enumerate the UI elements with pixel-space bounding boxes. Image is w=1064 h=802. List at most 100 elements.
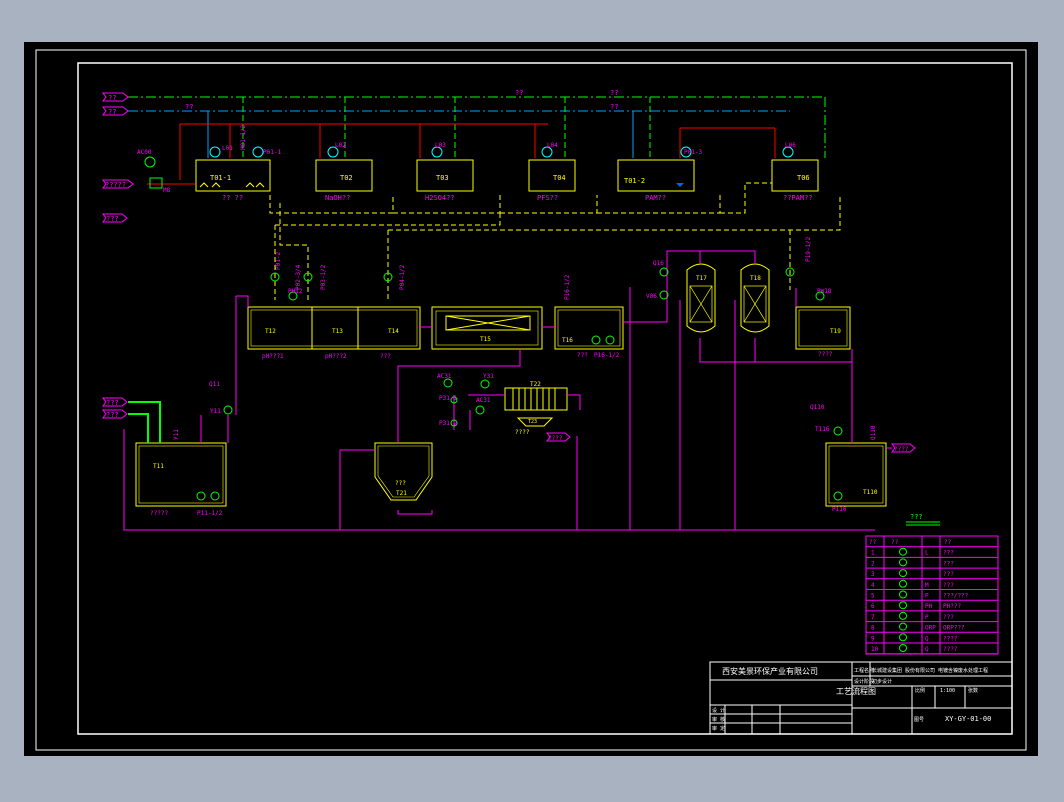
approve-label: 审 定 [712,725,725,732]
project-name: 长城建设集团 股份有限公司 电镀含镍废水处理工程 [872,667,988,674]
stage-name: 初步设计 [872,678,892,685]
tank-t11-label: T11 [153,463,164,470]
legend-row-desc: ??? [943,571,954,578]
q16-label: Q16 [653,260,664,267]
scale-label: 比例 [915,687,925,694]
dosing-tank-caption: PAM?? [645,194,666,202]
legend-row-desc: ???? [943,635,958,642]
level-label: L04 [547,142,558,149]
p110-label: P110 [832,506,847,513]
q110-label: Q110 [810,404,825,411]
y11-vert-label: Y11 [173,429,180,440]
t14-caption: ??? [380,353,391,360]
top-line-label-1: ?? [515,89,523,97]
legend-row-no: 2 [871,560,875,567]
scale-value: 1:100 [940,688,955,694]
legend-row-no: 8 [871,625,875,632]
t19-caption: ???? [818,351,833,358]
dosing-tank-caption: H2SO4?? [425,194,455,202]
outlet-label: ??? [910,513,923,521]
top-line-label-4: ?? [610,103,618,111]
drawing-no-label: 图号 [914,717,924,723]
dosing-tank-tag: T02 [340,174,353,182]
legend-row-no: 4 [871,582,875,589]
tank-pump-label-vert: M01-1/2 [240,124,247,150]
p1-label: P01-2 [275,252,282,270]
inlet-label-6: ??? [106,411,119,419]
legend-row-no: 6 [871,603,875,610]
drawing-no: XY-GY-01-00 [945,715,991,723]
ac31-label: AC31 [437,373,452,380]
top-line-label-2: ?? [185,103,193,111]
dosing-tank-caption: ??PAM?? [783,194,813,202]
inlet-label-3: ????? [105,181,126,189]
cad-window: ?? ?? ?? ?? ?? ?? ????? ??? ??? ??? T01-… [0,0,1064,798]
tank-t12-label: T12 [265,328,276,335]
ph2-caption: pH???2 [325,353,347,360]
legend-row-no: 10 [871,646,879,653]
t18-label: T18 [750,275,761,282]
legend-row-desc: ORP??? [943,625,965,632]
t22-label: T22 [530,381,541,388]
pump-label: P01-1 [263,149,281,156]
pump-label-vert: M01-1/2 [240,124,247,150]
outlet-final-label: ???? [894,446,909,453]
q110-vert-label: Q110 [870,425,877,440]
check-label: 审 核 [712,716,725,723]
tank-t14-label: T14 [388,328,399,335]
legend-row-code: L [925,550,929,557]
ac32-label: AC31 [476,397,491,404]
inlet-label-5: ??? [106,399,119,407]
legend-row-code: P [925,614,929,621]
ph1-caption: pH???1 [262,353,284,360]
tank-t13-label: T13 [332,328,343,335]
design-label: 设 计 [712,707,725,714]
legend-header-desc: ?? [944,539,952,546]
legend-row-code: Q [925,635,929,642]
legend-row-code: ORP [925,625,936,632]
p16b-label: P16-1/2 [564,274,571,300]
drawing-title: 工艺流程图 [836,686,876,696]
p19-label: P19-1/2 [805,236,812,262]
sheet-label: 张数 [968,687,978,694]
legend-row-no: 5 [871,593,875,600]
level-label: L06 [785,142,796,149]
t21-label: T21 [396,490,407,497]
company-name: 西安美景环保产业有限公司 [722,666,818,676]
pw18-label: PW18 [817,288,832,295]
tank-t15-label: T15 [480,336,491,343]
legend-row-code: Q [925,646,929,653]
v06-label: V06 [646,293,657,300]
inlet-label-4: ??? [106,215,119,223]
level-label: L02 [335,142,346,149]
level-label: L03 [435,142,446,149]
legend-row-desc: ??? [943,550,954,557]
legend-row-code: PH [925,603,933,610]
dosing-tank-tag: T04 [553,174,566,182]
project-label: 工程名称 [854,667,874,674]
stage-label: 设计阶段 [854,678,874,685]
t20-caption: ??? [395,480,406,487]
t23-label: T23 [528,419,537,425]
p4-label: P04-1/2 [399,264,406,290]
dosing-tank-tag: T06 [797,174,810,182]
p31-label: P31-1 [439,395,457,402]
t23-caption: ???? [515,429,530,436]
inlet-label-2: ?? [108,108,116,116]
legend-header-no: ?? [869,539,877,546]
dosing-tank-tag: T01-2 [624,177,645,185]
process-flow-diagram: ?? ?? ?? ?? ?? ?? ????? ??? ??? ??? T01-… [0,0,1064,798]
legend-row-desc: PH??? [943,603,961,610]
dosing-tank-caption: NaOH?? [325,194,350,202]
y11-label: Y11 [210,408,221,415]
level-label: L01 [222,145,233,152]
ac00-label: AC00 [137,149,152,156]
inlet-label-1: ?? [108,94,116,102]
legend-row-code: M [925,582,929,589]
p16-label: P16-1/2 [594,352,620,359]
p2-label: P02-3/4 [295,264,302,290]
legend-row-no: 1 [871,550,875,557]
q11-label: Q11 [209,381,220,388]
legend-row-desc: ???? [943,646,958,653]
t16-caption: ??? [577,352,588,359]
